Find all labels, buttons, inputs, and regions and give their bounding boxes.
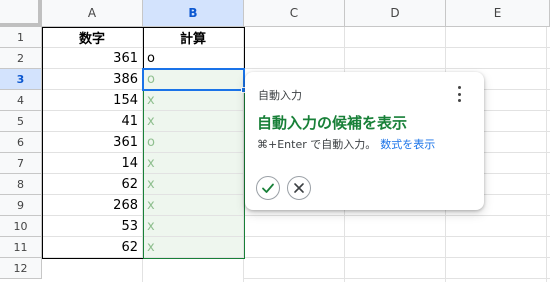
cell-a1[interactable]: 数字 xyxy=(42,27,143,48)
cell-b10-suggestion[interactable]: x xyxy=(143,216,244,237)
popup-title: 自動入力 xyxy=(258,89,302,102)
row-header-5[interactable]: 5 xyxy=(0,111,42,132)
cell-b7-suggestion[interactable]: x xyxy=(143,153,244,174)
row-header-10[interactable]: 10 xyxy=(0,216,42,237)
column-header-b[interactable]: B xyxy=(143,0,244,27)
empty-row-12[interactable] xyxy=(42,258,244,282)
column-header-d[interactable]: D xyxy=(345,0,446,27)
cell-b5-suggestion[interactable]: x xyxy=(143,111,244,132)
select-all-corner[interactable] xyxy=(0,0,42,27)
cell-b2[interactable]: o xyxy=(143,48,244,69)
row-header-4[interactable]: 4 xyxy=(0,90,42,111)
row-header-2[interactable]: 2 xyxy=(0,48,42,69)
cell-a10[interactable]: 53 xyxy=(42,216,143,237)
cell-a11[interactable]: 62 xyxy=(42,237,143,258)
cell-b1[interactable]: 計算 xyxy=(143,27,244,48)
row-header-9[interactable]: 9 xyxy=(0,195,42,216)
row-header-7[interactable]: 7 xyxy=(0,153,42,174)
row-header-3[interactable]: 3 xyxy=(0,69,42,90)
cell-a2[interactable]: 361 xyxy=(42,48,143,69)
column-header-a[interactable]: A xyxy=(42,0,143,27)
row-header-12[interactable]: 12 xyxy=(0,258,42,279)
popup-heading: 自動入力の候補を表示 xyxy=(257,114,408,132)
cell-b8-suggestion[interactable]: x xyxy=(143,174,244,195)
row-header-8[interactable]: 8 xyxy=(0,174,42,195)
cell-a4[interactable]: 154 xyxy=(42,90,143,111)
cell-b4-suggestion[interactable]: x xyxy=(143,90,244,111)
row-header-6[interactable]: 6 xyxy=(0,132,42,153)
column-header-c[interactable]: C xyxy=(244,0,345,27)
cell-b11-suggestion[interactable]: x xyxy=(143,237,244,258)
cell-a8[interactable]: 62 xyxy=(42,174,143,195)
popup-description: ⌘+Enter で自動入力。 数式を表示 xyxy=(257,136,435,152)
cell-a7[interactable]: 14 xyxy=(42,153,143,174)
shortcut-hint: ⌘+Enter で自動入力。 xyxy=(257,138,377,151)
reject-button[interactable] xyxy=(287,176,311,200)
more-vert-icon[interactable] xyxy=(452,86,466,102)
accept-button[interactable] xyxy=(256,176,280,200)
autofill-popup: 自動入力 自動入力の候補を表示 ⌘+Enter で自動入力。 数式を表示 xyxy=(245,72,484,210)
cell-b9-suggestion[interactable]: x xyxy=(143,195,244,216)
cell-b3-suggestion[interactable]: o xyxy=(143,69,244,90)
check-icon xyxy=(262,183,274,193)
cell-a9[interactable]: 268 xyxy=(42,195,143,216)
cell-a6[interactable]: 361 xyxy=(42,132,143,153)
cell-b6-suggestion[interactable]: o xyxy=(143,132,244,153)
table-column-divider xyxy=(143,27,144,259)
row-header-1[interactable]: 1 xyxy=(0,27,42,48)
cell-a3[interactable]: 386 xyxy=(42,69,143,90)
row-header-11[interactable]: 11 xyxy=(0,237,42,258)
close-icon xyxy=(294,183,304,193)
column-header-e[interactable]: E xyxy=(446,0,550,27)
show-formula-link[interactable]: 数式を表示 xyxy=(380,138,435,151)
cell-a5[interactable]: 41 xyxy=(42,111,143,132)
